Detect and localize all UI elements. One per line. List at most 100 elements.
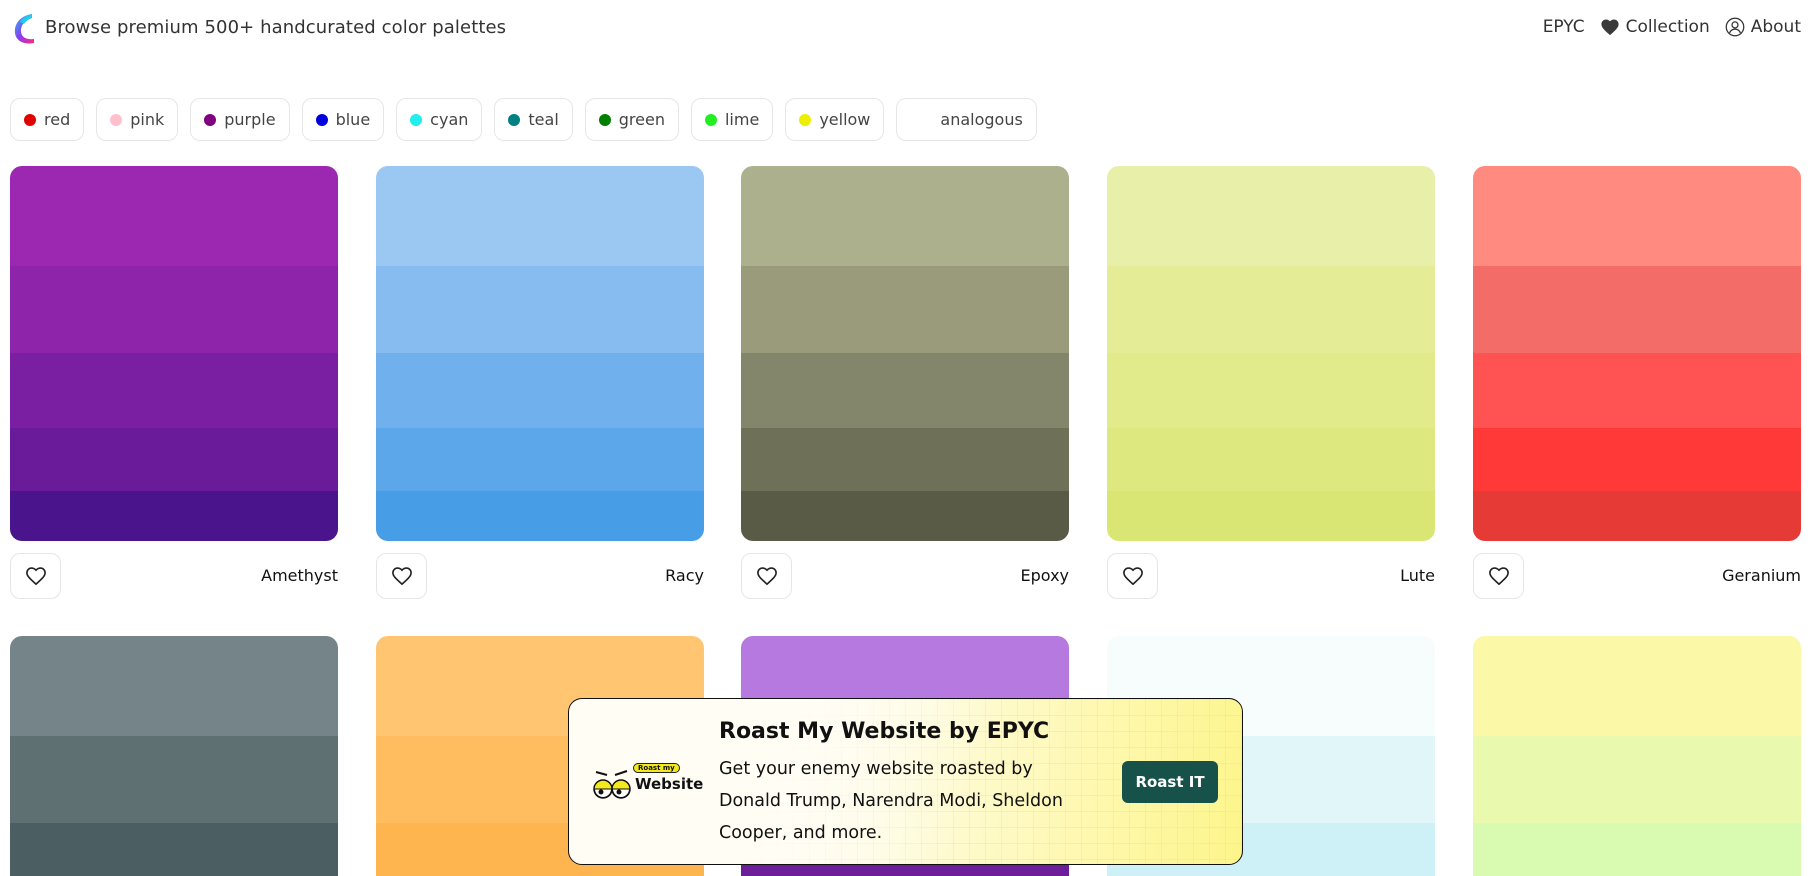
color-swatch[interactable] <box>10 823 338 876</box>
nav-about[interactable]: About <box>1725 17 1801 37</box>
nav-epyc-label: EPYC <box>1542 17 1585 37</box>
color-swatch[interactable] <box>1473 353 1801 428</box>
roast-it-button[interactable]: Roast IT <box>1122 761 1218 803</box>
filter-purple[interactable]: purple <box>190 98 290 141</box>
palette-swatches[interactable] <box>10 636 338 876</box>
filter-pink[interactable]: pink <box>96 98 179 141</box>
filter-label: pink <box>130 110 165 129</box>
site-title: Browse premium 500+ handcurated color pa… <box>45 17 507 38</box>
filter-analogous[interactable]: analogous <box>896 98 1037 141</box>
filter-label: teal <box>528 110 559 129</box>
heart-outline-icon <box>391 567 412 586</box>
heart-outline-icon <box>25 567 46 586</box>
epyc-logo-icon[interactable] <box>12 12 38 46</box>
color-swatch[interactable] <box>1473 736 1801 823</box>
filter-label: analogous <box>940 110 1023 129</box>
color-swatch[interactable] <box>1473 823 1801 876</box>
palette-swatches[interactable] <box>1473 166 1801 541</box>
color-swatch[interactable] <box>10 736 338 823</box>
palette-card <box>1473 636 1801 876</box>
palette-name[interactable]: Racy <box>665 566 704 585</box>
color-swatch[interactable] <box>10 428 338 491</box>
color-swatch[interactable] <box>10 266 338 353</box>
heart-icon <box>1601 19 1619 36</box>
color-swatch[interactable] <box>10 636 338 736</box>
like-button[interactable] <box>1473 553 1524 599</box>
filter-blue[interactable]: blue <box>301 98 385 141</box>
palette-name[interactable]: Geranium <box>1722 566 1801 585</box>
color-dot-icon <box>315 113 328 126</box>
palette-swatches[interactable] <box>1473 636 1801 876</box>
color-swatch[interactable] <box>1107 266 1435 353</box>
color-dot-icon <box>410 113 423 126</box>
color-swatch[interactable] <box>1107 166 1435 266</box>
color-swatch[interactable] <box>1473 636 1801 736</box>
card-footer: Geranium <box>1473 553 1801 601</box>
card-footer: Racy <box>376 553 704 601</box>
palette-swatches[interactable] <box>376 166 704 541</box>
nav-epyc[interactable]: EPYC <box>1543 17 1585 37</box>
nav-about-label: About <box>1750 17 1801 37</box>
color-swatch[interactable] <box>1107 353 1435 428</box>
palette-name[interactable]: Lute <box>1400 566 1435 585</box>
color-dot-icon <box>24 113 36 126</box>
color-swatch[interactable] <box>741 166 1069 266</box>
roast-promo-banner[interactable]: Roast my Website Roast My Website by EPY… <box>568 698 1243 865</box>
color-swatch[interactable] <box>741 491 1069 541</box>
color-dot-icon <box>704 113 717 126</box>
color-swatch[interactable] <box>10 353 338 428</box>
palette-card: Lute <box>1107 166 1435 601</box>
header: Browse premium 500+ handcurated color pa… <box>0 0 1811 58</box>
heart-outline-icon <box>1122 567 1143 586</box>
color-dot-icon <box>598 113 611 126</box>
website-wordmark: Website <box>635 775 704 793</box>
roast-my-website-logo: Roast my Website <box>593 761 703 801</box>
card-footer: Lute <box>1107 553 1435 601</box>
color-swatch[interactable] <box>741 428 1069 491</box>
color-swatch[interactable] <box>376 428 704 491</box>
color-swatch[interactable] <box>1107 491 1435 541</box>
filter-green[interactable]: green <box>584 98 679 141</box>
card-footer: Epoxy <box>741 553 1069 601</box>
color-swatch[interactable] <box>10 166 338 266</box>
like-button[interactable] <box>10 553 61 599</box>
color-swatch[interactable] <box>1473 491 1801 541</box>
eyes-icon <box>593 770 631 799</box>
color-swatch[interactable] <box>376 353 704 428</box>
color-swatch[interactable] <box>376 491 704 541</box>
color-swatch[interactable] <box>1107 428 1435 491</box>
palette-name[interactable]: Amethyst <box>261 566 338 585</box>
card-footer: Amethyst <box>10 553 338 601</box>
color-swatch[interactable] <box>376 266 704 353</box>
heart-outline-icon <box>1488 567 1509 586</box>
like-button[interactable] <box>376 553 427 599</box>
palette-card <box>10 636 338 876</box>
filter-red[interactable]: red <box>10 98 85 141</box>
filter-label: lime <box>724 110 760 129</box>
color-swatch[interactable] <box>741 266 1069 353</box>
color-swatch[interactable] <box>376 166 704 266</box>
like-button[interactable] <box>1107 553 1158 599</box>
palette-swatches[interactable] <box>10 166 338 541</box>
color-swatch[interactable] <box>10 491 338 541</box>
palette-swatches[interactable] <box>741 166 1069 541</box>
filter-label: purple <box>224 110 276 129</box>
color-swatch[interactable] <box>1473 166 1801 266</box>
filter-label: red <box>44 110 71 129</box>
filter-label: yellow <box>819 110 871 129</box>
palette-name[interactable]: Epoxy <box>1021 566 1070 585</box>
filter-lime[interactable]: lime <box>690 98 774 141</box>
nav-collection-label: Collection <box>1625 17 1710 37</box>
filter-teal[interactable]: teal <box>494 98 573 141</box>
roast-my-pill: Roast my <box>633 763 680 773</box>
banner-title: Roast My Website by EPYC <box>719 719 1050 744</box>
color-swatch[interactable] <box>741 353 1069 428</box>
palette-swatches[interactable] <box>1107 166 1435 541</box>
like-button[interactable] <box>741 553 792 599</box>
color-swatch[interactable] <box>1473 428 1801 491</box>
blank-dot-icon <box>910 114 930 126</box>
nav-collection[interactable]: Collection <box>1600 17 1710 37</box>
filter-yellow[interactable]: yellow <box>785 98 885 141</box>
filter-cyan[interactable]: cyan <box>396 98 483 141</box>
color-swatch[interactable] <box>1473 266 1801 353</box>
